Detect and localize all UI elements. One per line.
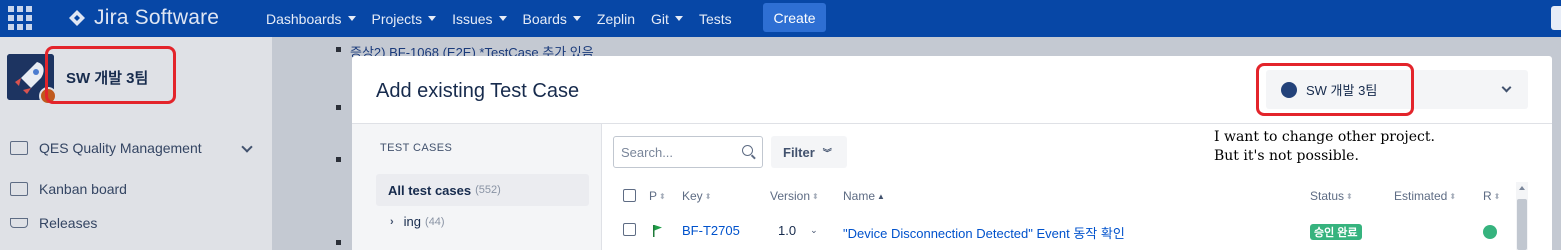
column-header-label: Estimated: [1394, 189, 1448, 203]
search-icon[interactable]: [1551, 6, 1561, 30]
caret-down-icon: [674, 16, 683, 21]
chevron-down-icon: [1501, 82, 1512, 93]
column-header-label: R: [1483, 189, 1492, 203]
annotation-box-sidebar: [45, 46, 176, 104]
chevron-down-icon[interactable]: [241, 141, 253, 153]
nav-item-label: Boards: [522, 10, 567, 27]
sort-ascending-icon: ▲: [877, 191, 885, 201]
ship-icon: [10, 218, 28, 228]
scroll-up-arrow-icon[interactable]: [1519, 186, 1525, 190]
nav-item-zeplin[interactable]: Zeplin: [597, 11, 635, 27]
chevron-right-icon[interactable]: ›: [390, 216, 394, 228]
caret-down-icon: [572, 16, 581, 21]
nav-item-label: Tests: [698, 10, 732, 27]
table-header: P ⬍ Key ⬍ Version ⬍ Name ▲ Status ⬍ Estimated…: [613, 183, 1523, 209]
nav-item-git[interactable]: Git: [651, 11, 683, 27]
column-header-estimated[interactable]: Estimated ⬍: [1394, 189, 1456, 203]
test-cases-heading: TEST CASES: [380, 142, 453, 154]
create-button[interactable]: Create: [763, 3, 826, 32]
annotation-box-project-select: [1256, 63, 1414, 116]
status-badge: 승인 완료: [1310, 224, 1362, 240]
search-icon: [742, 145, 753, 156]
column-header-p[interactable]: P ⬍: [649, 189, 666, 203]
test-case-key-link[interactable]: BF-T2705: [682, 223, 740, 238]
bullet: [336, 105, 341, 110]
filter-label: Filter: [783, 144, 815, 160]
app-switcher-icon[interactable]: [8, 6, 32, 30]
row-checkbox[interactable]: [623, 223, 636, 236]
version-value: 1.0: [778, 223, 797, 238]
nav-menu: Dashboards Projects Issues Boards Zeplin…: [266, 0, 748, 37]
sort-icon: ⬍: [659, 191, 666, 201]
test-case-folders-pane: TEST CASES All test cases (552) › ing (4…: [352, 124, 602, 250]
nav-item-issues[interactable]: Issues: [452, 10, 507, 27]
scrollbar-thumb[interactable]: [1517, 199, 1527, 250]
nav-item-label: Dashboards: [266, 10, 342, 27]
sidebar-item-releases[interactable]: Releases: [10, 215, 97, 231]
jira-logo[interactable]: Jira Software: [68, 5, 219, 31]
sort-icon: ⬍: [812, 191, 819, 201]
bullet: [336, 47, 341, 52]
logo-text: Jira Software: [94, 6, 220, 29]
nav-item-label: Issues: [452, 10, 493, 27]
column-header-r[interactable]: R ⬍: [1483, 189, 1500, 203]
board-icon: [10, 182, 28, 196]
filter-button[interactable]: Filter ︾: [771, 136, 847, 168]
sort-icon: ⬍: [1493, 191, 1501, 201]
column-header-label: P: [649, 189, 658, 203]
sidebar-item-label: Releases: [39, 215, 98, 231]
nav-item-projects[interactable]: Projects: [372, 11, 437, 27]
caret-down-icon: [428, 16, 437, 21]
column-header-label: Version: [770, 189, 811, 203]
sidebar-item-qes-quality-management[interactable]: QES Quality Management: [10, 140, 202, 156]
bullet: [336, 157, 341, 162]
caret-down-icon: [347, 16, 356, 21]
bullet: [336, 240, 341, 245]
column-header-key[interactable]: Key ⬍: [682, 189, 711, 203]
sort-icon: ⬍: [704, 191, 712, 201]
sidebar-item-kanban-board[interactable]: Kanban board: [10, 181, 127, 197]
annotation-note-line: But it's not possible.: [1214, 148, 1359, 164]
sidebar-item-label: Kanban board: [39, 181, 127, 197]
table-row[interactable]: BF-T2705 1.0 ⌄ "Device Disconnection Det…: [613, 216, 1523, 250]
sidebar-item-label: QES Quality Management: [39, 140, 202, 156]
annotation-note-line: I want to change other project.: [1214, 129, 1435, 145]
nav-item-dashboards[interactable]: Dashboards: [266, 11, 356, 27]
nav-item-label: Zeplin: [596, 10, 636, 27]
search-input[interactable]: [614, 137, 734, 167]
double-chevron-down-icon: ︾: [822, 147, 832, 158]
dialog-title: Add existing Test Case: [376, 80, 580, 102]
result-status-dot: [1483, 225, 1497, 239]
column-header-version[interactable]: Version ⬍: [770, 189, 819, 203]
sort-icon: ⬍: [1346, 191, 1353, 201]
column-header-status[interactable]: Status ⬍: [1310, 189, 1353, 203]
book-icon: [10, 141, 28, 155]
test-case-name-link[interactable]: "Device Disconnection Detected" Event 동작…: [843, 223, 1125, 242]
nav-item-boards[interactable]: Boards: [523, 11, 581, 27]
folder-label: ing: [403, 214, 422, 229]
column-header-label: Name: [843, 189, 876, 203]
top-navigation: Jira Software Dashboards Projects Issues…: [0, 0, 1561, 37]
column-header-label: Key: [682, 189, 703, 203]
column-header-label: Status: [1310, 189, 1345, 203]
folder-count: (44): [425, 215, 445, 228]
folder-all-test-cases[interactable]: All test cases (552): [376, 174, 589, 206]
caret-down-icon: [498, 16, 507, 21]
priority-flag-icon: [653, 225, 662, 237]
sort-icon: ⬍: [1449, 191, 1457, 201]
folder-count: (552): [475, 184, 501, 196]
folder-label: All test cases: [388, 182, 472, 198]
annotation-note: I want to change other project. But it's…: [1214, 128, 1435, 166]
version-select[interactable]: 1.0 ⌄: [778, 223, 818, 238]
nav-item-label: Projects: [371, 10, 423, 27]
column-header-name[interactable]: Name ▲: [843, 189, 885, 203]
folder-ing[interactable]: › ing (44): [390, 214, 445, 229]
nav-item-label: Git: [651, 10, 669, 27]
select-all-checkbox[interactable]: [623, 189, 636, 202]
search-field[interactable]: [613, 136, 763, 168]
jira-diamond-icon: [69, 10, 85, 26]
nav-item-tests[interactable]: Tests: [699, 11, 732, 27]
chevron-down-icon: ⌄: [810, 225, 818, 235]
